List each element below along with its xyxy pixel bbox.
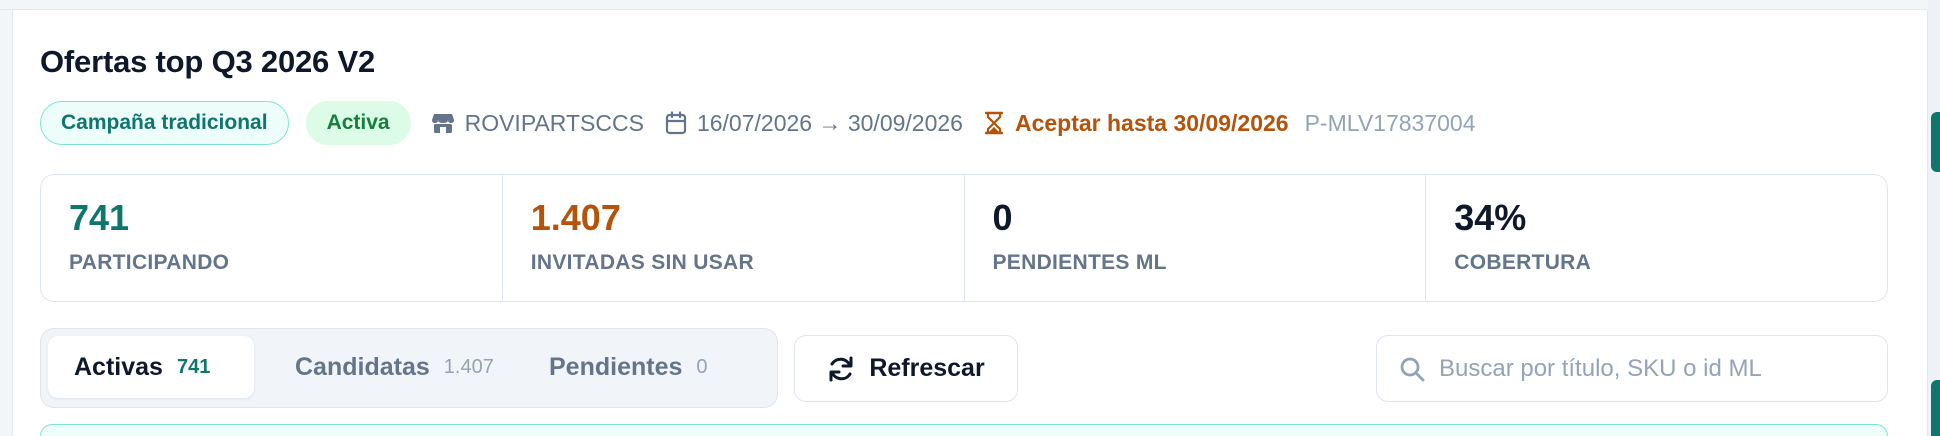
stat-value: 34% bbox=[1454, 197, 1527, 238]
deadline-text: Aceptar hasta 30/09/2026 bbox=[1014, 109, 1289, 136]
tab-count: 1.407 bbox=[443, 355, 494, 378]
tab-label: Activas bbox=[74, 352, 163, 381]
search-icon bbox=[1400, 357, 1425, 381]
left-gutter bbox=[0, 10, 12, 436]
stat-value: 1.407 bbox=[530, 197, 621, 238]
campaign-type-badge: Campaña tradicional bbox=[40, 101, 289, 145]
campaign-meta-row: Campaña tradicional Activa ROVIPARTSCCS … bbox=[40, 100, 1476, 146]
date-range-text: 16/07/2026 → 30/09/2026 bbox=[696, 109, 963, 136]
tab-activas[interactable]: Activas 741 bbox=[48, 336, 254, 398]
tab-pendientes[interactable]: Pendientes 0 bbox=[523, 336, 734, 398]
top-strip bbox=[0, 0, 1940, 10]
stat-value: 0 bbox=[992, 197, 1013, 238]
search-input[interactable] bbox=[1439, 354, 1879, 383]
date-range-meta: 16/07/2026 → 30/09/2026 bbox=[665, 110, 963, 137]
refresh-button[interactable]: Refrescar bbox=[794, 335, 1018, 402]
stats-panel: 741 PARTICIPANDO 1.407 INVITADAS SIN USA… bbox=[40, 174, 1888, 302]
stat-invited-unused: 1.407 INVITADAS SIN USAR bbox=[501, 175, 964, 301]
tab-label: Candidatas bbox=[295, 352, 430, 381]
seller-meta: ROVIPARTSCCS bbox=[431, 110, 644, 137]
right-accent-tab[interactable] bbox=[1931, 112, 1940, 172]
promotion-id: P-MLV17837004 bbox=[1304, 109, 1476, 136]
tab-count: 0 bbox=[696, 355, 708, 378]
info-banner bbox=[40, 424, 1888, 436]
stat-coverage: 34% COBERTURA bbox=[1425, 175, 1887, 301]
stat-label: PARTICIPANDO bbox=[69, 251, 230, 274]
calendar-icon bbox=[665, 111, 687, 135]
stat-value: 741 bbox=[69, 197, 130, 238]
tab-candidatas[interactable]: Candidatas 1.407 bbox=[269, 336, 520, 398]
seller-name: ROVIPARTSCCS bbox=[464, 109, 644, 136]
deadline-meta: Aceptar hasta 30/09/2026 bbox=[984, 109, 1289, 137]
hourglass-icon bbox=[984, 111, 1003, 135]
stat-label: COBERTURA bbox=[1454, 251, 1592, 274]
page-title: Ofertas top Q3 2026 V2 bbox=[40, 44, 376, 79]
stat-participating: 741 PARTICIPANDO bbox=[41, 175, 502, 301]
right-accent-tab-lower[interactable] bbox=[1931, 380, 1940, 436]
stat-pending-ml: 0 PENDIENTES ML bbox=[963, 175, 1426, 301]
tab-bar: Activas 741 Candidatas 1.407 Pendientes … bbox=[40, 328, 778, 408]
tab-label: Pendientes bbox=[549, 352, 683, 381]
status-badge: Activa bbox=[305, 101, 411, 145]
tab-count: 741 bbox=[176, 355, 211, 378]
store-icon bbox=[431, 114, 454, 133]
search-box[interactable] bbox=[1376, 335, 1888, 402]
refresh-label: Refrescar bbox=[869, 354, 985, 382]
stat-label: PENDIENTES ML bbox=[992, 251, 1167, 274]
right-scroll-edge[interactable] bbox=[1928, 0, 1940, 436]
refresh-icon bbox=[829, 356, 853, 381]
stat-label: INVITADAS SIN USAR bbox=[530, 251, 754, 274]
